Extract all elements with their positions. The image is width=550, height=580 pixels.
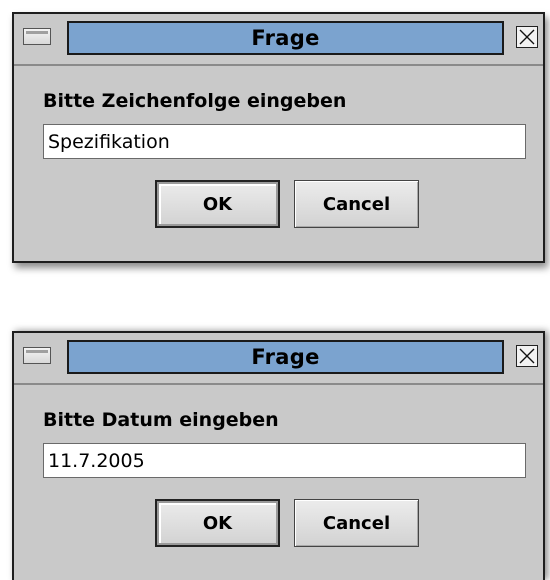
string-input-dialog: Frage Bitte Zeichenfolge eingeben OK Can… <box>12 12 545 263</box>
title-bar-fill[interactable]: Frage <box>67 21 504 55</box>
cancel-button[interactable]: Cancel <box>294 499 419 547</box>
date-input-dialog: Frage Bitte Datum eingeben OK Cancel <box>12 331 545 580</box>
ok-button[interactable]: OK <box>155 499 280 547</box>
prompt-label: Bitte Zeichenfolge eingeben <box>43 90 347 112</box>
ok-button[interactable]: OK <box>155 180 280 228</box>
date-input-field[interactable] <box>43 443 526 478</box>
dialog-title: Frage <box>251 345 320 369</box>
window-menu-icon[interactable] <box>23 28 51 45</box>
close-icon[interactable] <box>516 26 538 48</box>
dialog-title: Frage <box>251 26 320 50</box>
string-input-field[interactable] <box>43 124 526 159</box>
window-menu-icon[interactable] <box>23 347 51 364</box>
title-bar[interactable]: Frage <box>14 14 543 66</box>
close-icon[interactable] <box>516 345 538 367</box>
title-bar-fill[interactable]: Frage <box>67 340 504 374</box>
prompt-label: Bitte Datum eingeben <box>43 409 279 431</box>
cancel-button[interactable]: Cancel <box>294 180 419 228</box>
title-bar[interactable]: Frage <box>14 333 543 385</box>
